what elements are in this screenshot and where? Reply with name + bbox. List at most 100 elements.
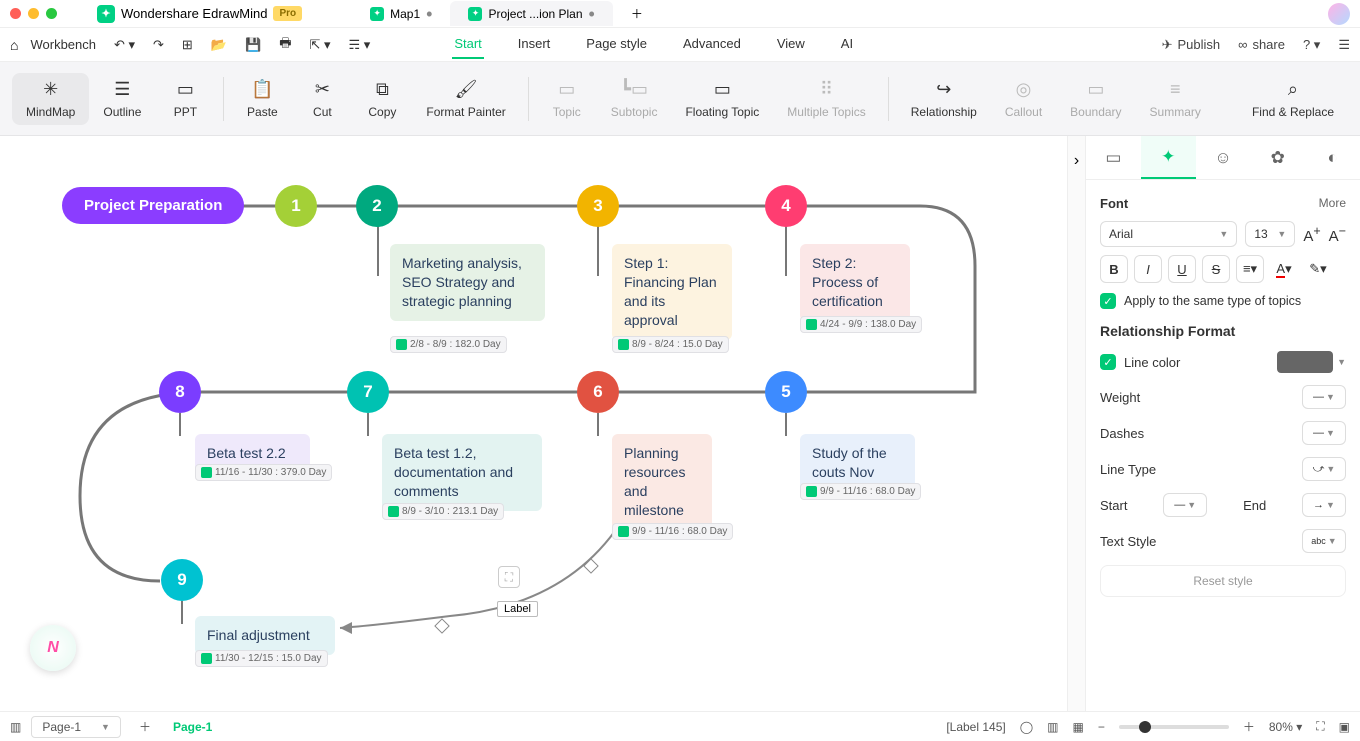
user-avatar[interactable] [1328,3,1350,25]
undo-button[interactable]: ↶ ▾ [108,33,141,57]
text-style-select[interactable]: abc ▼ [1302,529,1346,553]
task-chip-9[interactable]: 11/30 - 12/15 : 15.0 Day [195,650,328,667]
cut-button[interactable]: ✂Cut [292,73,352,125]
line-type-select[interactable]: ⤻ ▼ [1302,457,1346,481]
publish-button[interactable]: ✈Publish [1162,37,1221,53]
italic-button[interactable]: I [1134,255,1162,283]
minimize-window[interactable] [28,8,39,19]
root-node[interactable]: Project Preparation [62,187,244,224]
panel-tab-topic[interactable]: ▭ [1086,136,1141,179]
note-7[interactable]: Beta test 1.2, documentation and comment… [382,434,542,511]
task-chip-3[interactable]: 8/9 - 8/24 : 15.0 Day [612,336,729,353]
zoom-in-button[interactable]: ＋ [1243,718,1255,735]
outline-toggle-icon[interactable]: ▥ [10,720,21,734]
node-6[interactable]: 6 [577,371,619,413]
font-family-select[interactable]: Arial▼ [1100,221,1237,247]
canvas[interactable]: Project Preparation 1 2 3 4 5 6 7 8 9 Ma… [0,136,1067,711]
ppt-view-button[interactable]: ▭PPT [155,73,215,125]
task-chip-7[interactable]: 8/9 - 3/10 : 213.1 Day [382,503,504,520]
tab-map1[interactable]: ✦ Map1 • [352,1,450,26]
node-5[interactable]: 5 [765,371,807,413]
mindmap-view-button[interactable]: ✳MindMap [12,73,89,125]
end-arrow-select[interactable]: → ▼ [1302,493,1346,517]
panel-tab-icon[interactable]: ☺ [1196,136,1251,179]
relationship-button[interactable]: ↪Relationship [897,73,991,125]
menu-toggle-icon[interactable]: ☰ [1338,37,1350,53]
menu-advanced[interactable]: Advanced [681,30,743,59]
share-button[interactable]: ∞share [1238,37,1285,52]
task-chip-6[interactable]: 9/9 - 11/16 : 68.0 Day [612,523,733,540]
ai-fab-button[interactable]: N [30,625,76,671]
menu-ai[interactable]: AI [839,30,855,59]
maximize-window[interactable] [46,8,57,19]
weight-select[interactable]: — ▼ [1302,385,1346,409]
node-4[interactable]: 4 [765,185,807,227]
home-icon[interactable]: ⌂ [10,37,18,53]
copy-button[interactable]: ⧉Copy [352,73,412,125]
grid-icon[interactable]: ▦ [1072,720,1083,734]
font-more-link[interactable]: More [1319,196,1346,211]
zoom-out-button[interactable]: − [1098,720,1105,734]
screenshot-icon[interactable]: ⛶ [498,566,520,588]
panel-tab-clipart[interactable]: ✿ [1250,136,1305,179]
fullscreen-icon[interactable]: ▣ [1339,720,1350,734]
more-icon[interactable]: ☴ ▾ [343,33,377,57]
page-tab-1[interactable]: Page-1 [159,720,226,734]
note-3[interactable]: Step 1: Financing Plan and its approval [612,244,732,340]
start-arrow-select[interactable]: — ▼ [1163,493,1207,517]
panel-tab-style[interactable]: ✦ [1141,136,1196,179]
font-size-select[interactable]: 13▼ [1245,221,1295,247]
format-painter-button[interactable]: 🖌Format Painter [412,73,519,125]
underline-button[interactable]: U [1168,255,1196,283]
find-replace-button[interactable]: ⌕Find & Replace [1238,73,1348,125]
workbench-button[interactable]: Workbench [24,33,102,56]
outline-view-button[interactable]: ☰Outline [89,73,155,125]
page-select[interactable]: Page-1▼ [31,716,121,738]
note-6[interactable]: Planning resources and milestone [612,434,712,530]
export-icon[interactable]: ⇱ ▾ [303,33,336,57]
menu-page-style[interactable]: Page style [584,30,649,59]
node-8[interactable]: 8 [159,371,201,413]
menu-start[interactable]: Start [452,30,483,59]
node-9[interactable]: 9 [161,559,203,601]
node-1[interactable]: 1 [275,185,317,227]
floating-topic-button[interactable]: ▭Floating Topic [671,73,773,125]
bold-button[interactable]: B [1100,255,1128,283]
globe-icon[interactable]: ◯ [1020,720,1033,734]
menu-view[interactable]: View [775,30,807,59]
add-page-button[interactable]: ＋ [131,718,159,735]
align-button[interactable]: ≡▾ [1236,255,1264,283]
split-view-icon[interactable]: ▥ [1047,720,1058,734]
zoom-slider[interactable] [1119,725,1229,729]
node-7[interactable]: 7 [347,371,389,413]
font-color-button[interactable]: A▾ [1270,255,1298,283]
new-file-icon[interactable]: ⊞ [176,33,199,57]
task-chip-8[interactable]: 11/16 - 11/30 : 379.0 Day [195,464,332,481]
redo-button[interactable]: ↷ [147,33,170,57]
font-size-increase[interactable]: A+ [1303,224,1320,245]
help-button[interactable]: ? ▾ [1303,37,1320,53]
relationship-label[interactable]: Label [497,601,538,617]
task-chip-4[interactable]: 4/24 - 9/9 : 138.0 Day [800,316,922,333]
apply-same-type-row[interactable]: ✓ Apply to the same type of topics [1100,293,1346,309]
save-icon[interactable]: 💾 [239,33,267,57]
menu-insert[interactable]: Insert [516,30,553,59]
fit-screen-icon[interactable]: ⛶ [1316,719,1324,734]
strikethrough-button[interactable]: S [1202,255,1230,283]
highlight-button[interactable]: ✎▾ [1304,255,1332,283]
paste-button[interactable]: 📋Paste [232,73,292,125]
dashes-select[interactable]: — ▼ [1302,421,1346,445]
node-2[interactable]: 2 [356,185,398,227]
print-icon[interactable]: 🖶 [273,30,297,60]
note-2[interactable]: Marketing analysis, SEO Strategy and str… [390,244,545,321]
reset-style-button[interactable]: Reset style [1100,565,1346,597]
node-3[interactable]: 3 [577,185,619,227]
panel-tab-history[interactable]: ◐ [1305,136,1360,179]
open-file-icon[interactable]: 📂 [205,33,233,57]
close-window[interactable] [10,8,21,19]
zoom-thumb[interactable] [1139,721,1151,733]
task-chip-2[interactable]: 2/8 - 8/9 : 182.0 Day [390,336,507,353]
tab-project-plan[interactable]: ✦ Project ...ion Plan • [450,1,612,26]
new-tab-button[interactable]: ＋ [613,1,661,26]
panel-collapse-button[interactable]: › [1067,136,1085,711]
